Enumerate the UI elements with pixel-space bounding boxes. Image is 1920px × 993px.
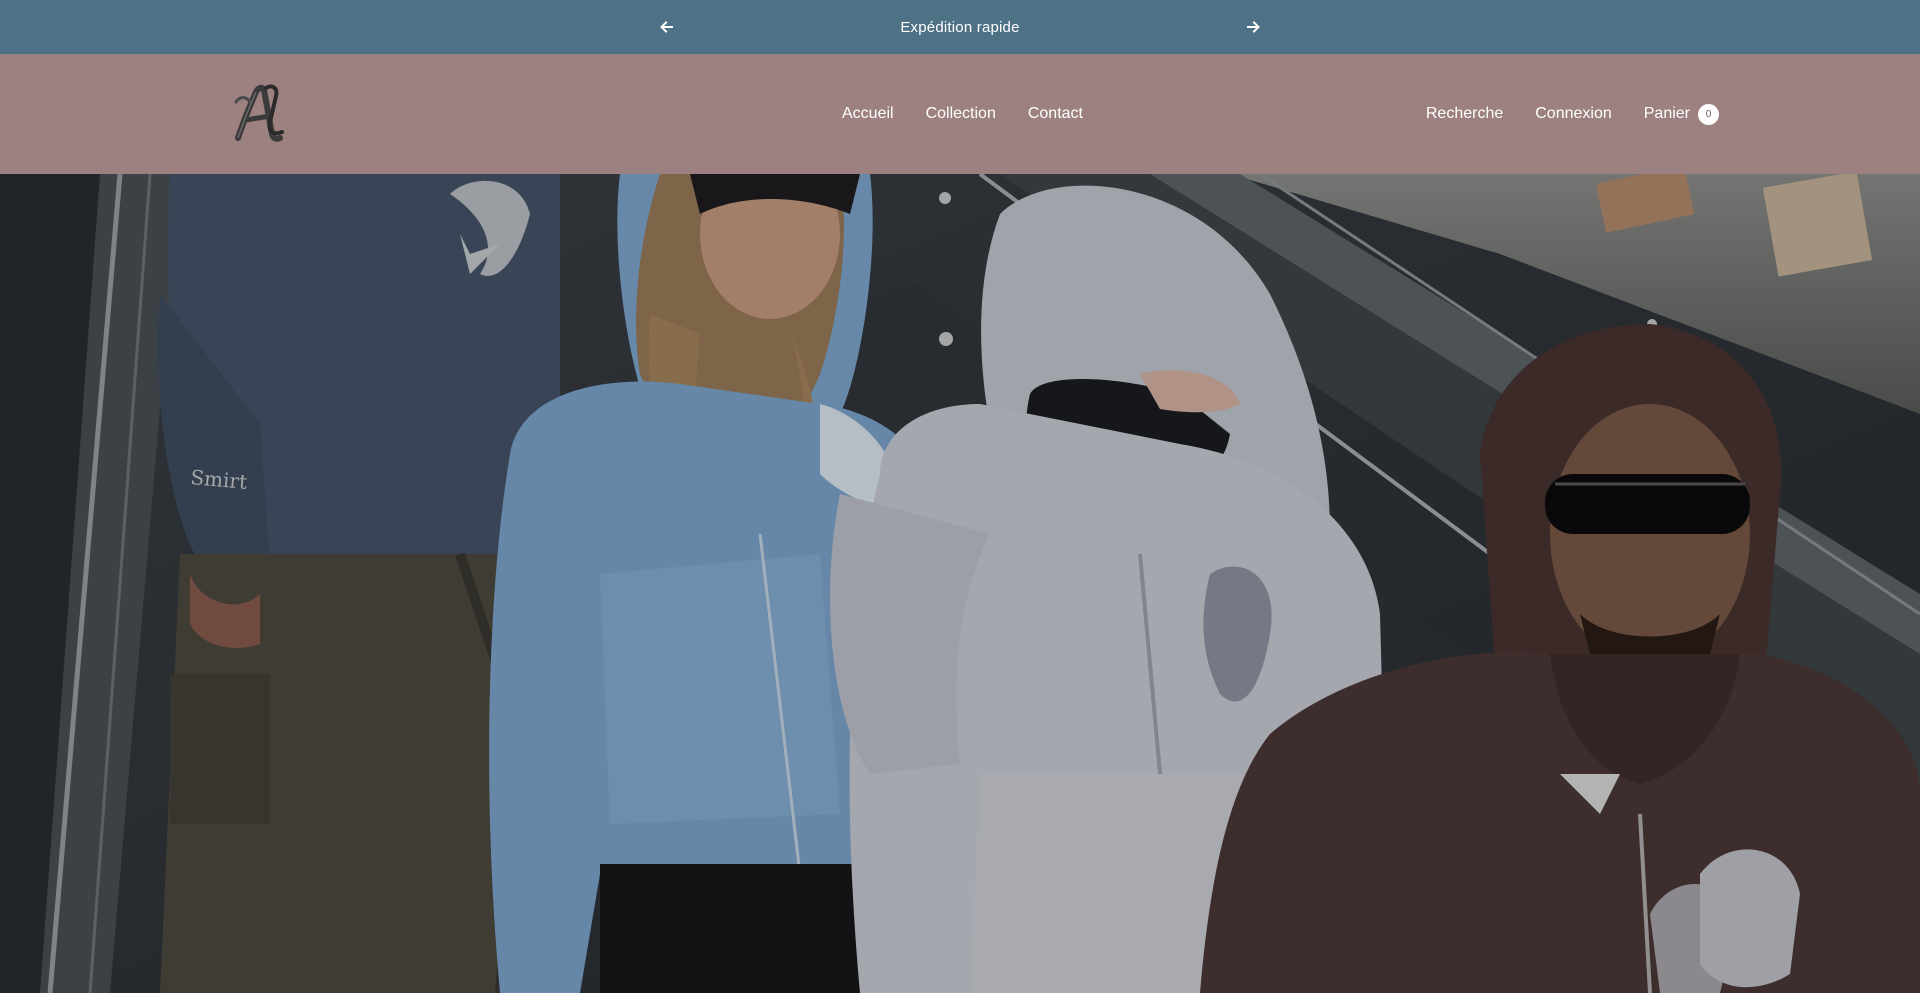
cart-link[interactable]: Panier 0 <box>1643 103 1719 125</box>
nav-item-collection[interactable]: Collection <box>926 105 996 123</box>
arrow-right-icon <box>1247 21 1260 33</box>
hero-photo: Smirt <box>0 174 1920 993</box>
nav-item-contact[interactable]: Contact <box>1028 105 1083 123</box>
svg-text:Smirt: Smirt <box>190 465 249 494</box>
brand-logo-icon <box>234 84 284 142</box>
announcement-next-button[interactable] <box>1241 15 1265 39</box>
header-actions: Recherche Connexion Panier 0 <box>1426 54 1719 174</box>
arrow-left-icon <box>660 21 673 33</box>
announcement-prev-button[interactable] <box>655 15 679 39</box>
main-nav: Accueil Collection Contact <box>842 54 1083 174</box>
nav-item-accueil[interactable]: Accueil <box>842 105 894 123</box>
announcement-bar: Expédition rapide <box>0 0 1920 54</box>
brand-logo-link[interactable] <box>232 82 288 146</box>
login-link[interactable]: Connexion <box>1535 105 1612 123</box>
hero-banner[interactable]: Smirt <box>0 174 1920 993</box>
cart-label: Panier <box>1643 105 1690 122</box>
announcement-text: Expédition rapide <box>900 18 1020 36</box>
cart-count-badge: 0 <box>1698 103 1719 125</box>
site-header: Accueil Collection Contact Recherche Con… <box>0 54 1920 174</box>
search-link[interactable]: Recherche <box>1426 105 1503 123</box>
